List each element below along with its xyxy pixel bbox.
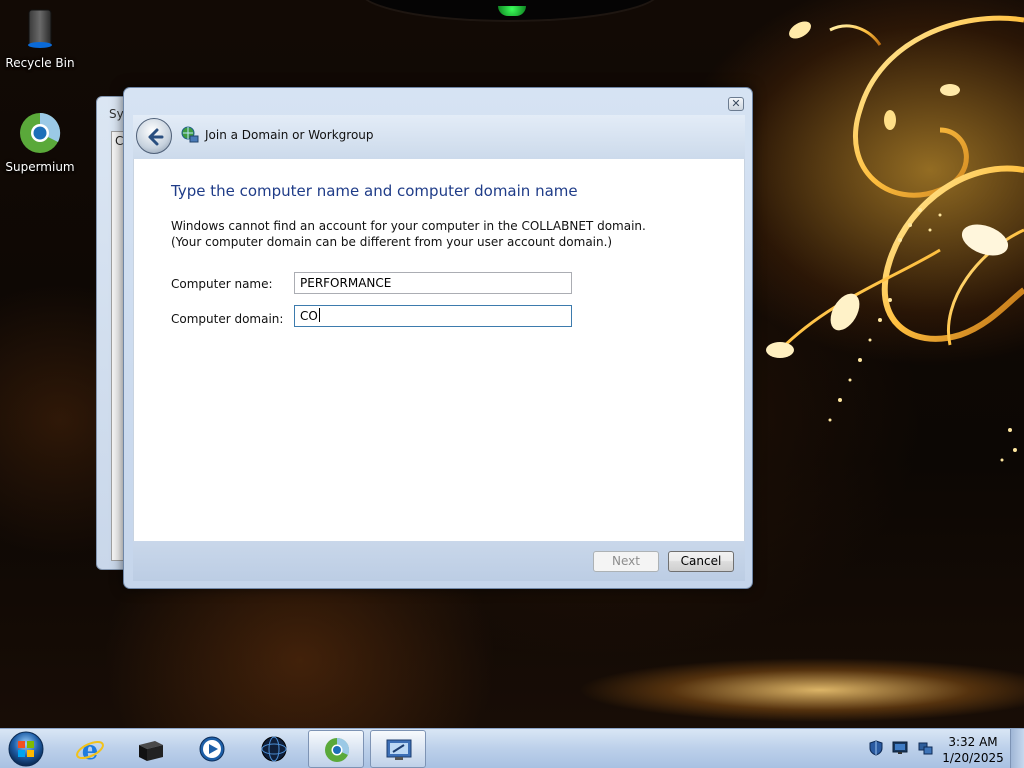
computer-name-label: Computer name: <box>171 277 273 291</box>
desktop-icon-label: Supermium <box>5 160 75 174</box>
taskbar-remote-desktop[interactable] <box>370 730 426 768</box>
taskbar-internet-explorer[interactable]: e <box>62 730 118 768</box>
network-computers-icon <box>181 126 199 143</box>
join-domain-dialog: ✕ Join a Domain or Workgroup Type the co… <box>123 87 753 589</box>
computer-domain-label: Computer domain: <box>171 312 284 326</box>
network-globe-icon <box>261 736 287 762</box>
internet-explorer-icon: e <box>76 736 104 763</box>
media-player-icon <box>199 736 225 762</box>
computer-name-input[interactable]: PERFORMANCE <box>294 272 572 294</box>
remote-desktop-icon <box>386 739 412 760</box>
taskbar-media-player[interactable] <box>184 730 240 768</box>
error-message: Windows cannot find an account for your … <box>171 219 646 249</box>
text-caret <box>318 308 320 322</box>
desktop-icon-supermium[interactable]: Supermium <box>0 110 80 174</box>
taskbar-terminal[interactable] <box>122 730 178 768</box>
back-button[interactable] <box>136 118 172 154</box>
computer-domain-input[interactable]: CO <box>294 305 572 327</box>
network-icon[interactable] <box>918 740 934 756</box>
close-icon: ✕ <box>731 97 741 110</box>
svg-text:e: e <box>82 736 99 763</box>
recycle-bin-icon <box>17 6 63 52</box>
computer-name-value: PERFORMANCE <box>300 276 392 290</box>
desktop-icon-label: Recycle Bin <box>5 56 75 70</box>
back-arrow-icon <box>148 128 164 146</box>
start-button[interactable] <box>4 730 48 768</box>
dialog-footer: Next Cancel <box>133 541 745 581</box>
supermium-browser-icon <box>325 737 350 762</box>
show-desktop-button[interactable] <box>1010 729 1024 768</box>
taskbar: e 3:32 AM 1/20/2025 <box>0 728 1024 768</box>
clock-time: 3:32 AM <box>948 735 998 749</box>
dialog-content: Type the computer name and computer doma… <box>133 159 745 541</box>
next-button[interactable]: Next <box>593 551 659 572</box>
display-icon[interactable] <box>892 740 908 756</box>
cancel-button[interactable]: Cancel <box>668 551 734 572</box>
security-shield-icon[interactable] <box>868 740 884 756</box>
windows-start-icon <box>8 731 44 767</box>
clock-date: 1/20/2025 <box>942 751 1004 765</box>
taskbar-network-globe[interactable] <box>246 730 302 768</box>
computer-domain-value: CO <box>300 309 318 323</box>
wallpaper-golden-swirl <box>766 15 1024 462</box>
dialog-title: Join a Domain or Workgroup <box>205 128 374 142</box>
close-button[interactable]: ✕ <box>728 97 744 111</box>
system-clock[interactable]: 3:32 AM 1/20/2025 <box>940 734 1006 766</box>
dialog-header: Join a Domain or Workgroup <box>133 115 745 159</box>
supermium-browser-icon <box>17 110 63 156</box>
desktop-icon-recycle-bin[interactable]: Recycle Bin <box>0 6 80 70</box>
terminal-icon <box>139 741 163 761</box>
taskbar-supermium[interactable] <box>308 730 364 768</box>
page-heading: Type the computer name and computer doma… <box>171 182 578 200</box>
